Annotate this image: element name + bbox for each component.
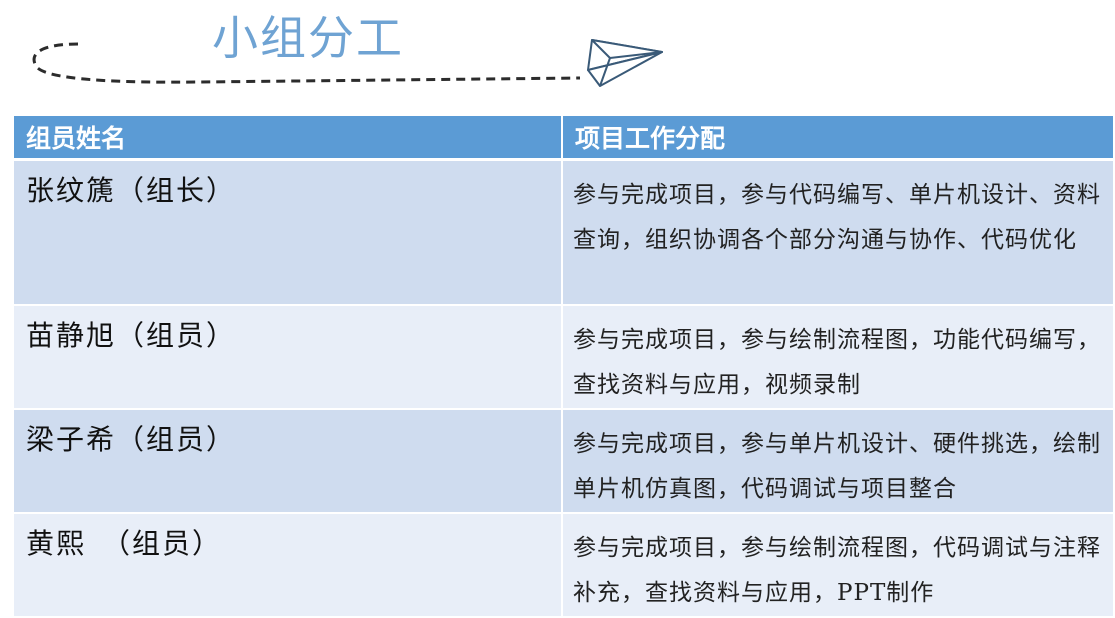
header-member-name: 组员姓名: [14, 116, 563, 161]
member-duty: 参与完成项目，参与绘制流程图，功能代码编写，查找资料与应用，视频录制: [562, 304, 1115, 410]
paper-plane-decoration: [32, 39, 663, 87]
table-row: 苗静旭（组员） 参与完成项目，参与绘制流程图，功能代码编写，查找资料与应用，视频…: [14, 304, 1115, 410]
table-header-row: 组员姓名 项目工作分配: [14, 116, 1115, 161]
member-duty: 参与完成项目，参与绘制流程图，代码调试与注释补充，查找资料与应用，PPT制作: [562, 512, 1115, 618]
member-name: 梁子希（组员）: [14, 408, 563, 514]
member-name: 苗静旭（组员）: [14, 304, 563, 410]
member-duty: 参与完成项目，参与单片机设计、硬件挑选，绘制单片机仿真图，代码调试与项目整合: [562, 408, 1115, 514]
member-name: 张纹篪（组长）: [14, 159, 563, 306]
table-row: 张纹篪（组长） 参与完成项目，参与代码编写、单片机设计、资料查询，组织协调各个部…: [14, 159, 1115, 306]
table-row: 黄熙 （组员） 参与完成项目，参与绘制流程图，代码调试与注释补充，查找资料与应用…: [14, 512, 1115, 618]
table-row: 梁子希（组员） 参与完成项目，参与单片机设计、硬件挑选，绘制单片机仿真图，代码调…: [14, 408, 1115, 514]
header-work-assignment: 项目工作分配: [562, 116, 1115, 161]
assignment-table: 组员姓名 项目工作分配 张纹篪（组长） 参与完成项目，参与代码编写、单片机设计、…: [14, 116, 1115, 618]
member-name: 黄熙 （组员）: [14, 512, 563, 618]
dashed-path: [32, 42, 581, 84]
member-duty: 参与完成项目，参与代码编写、单片机设计、资料查询，组织协调各个部分沟通与协作、代…: [562, 159, 1115, 306]
paper-plane-icon: [587, 39, 663, 87]
